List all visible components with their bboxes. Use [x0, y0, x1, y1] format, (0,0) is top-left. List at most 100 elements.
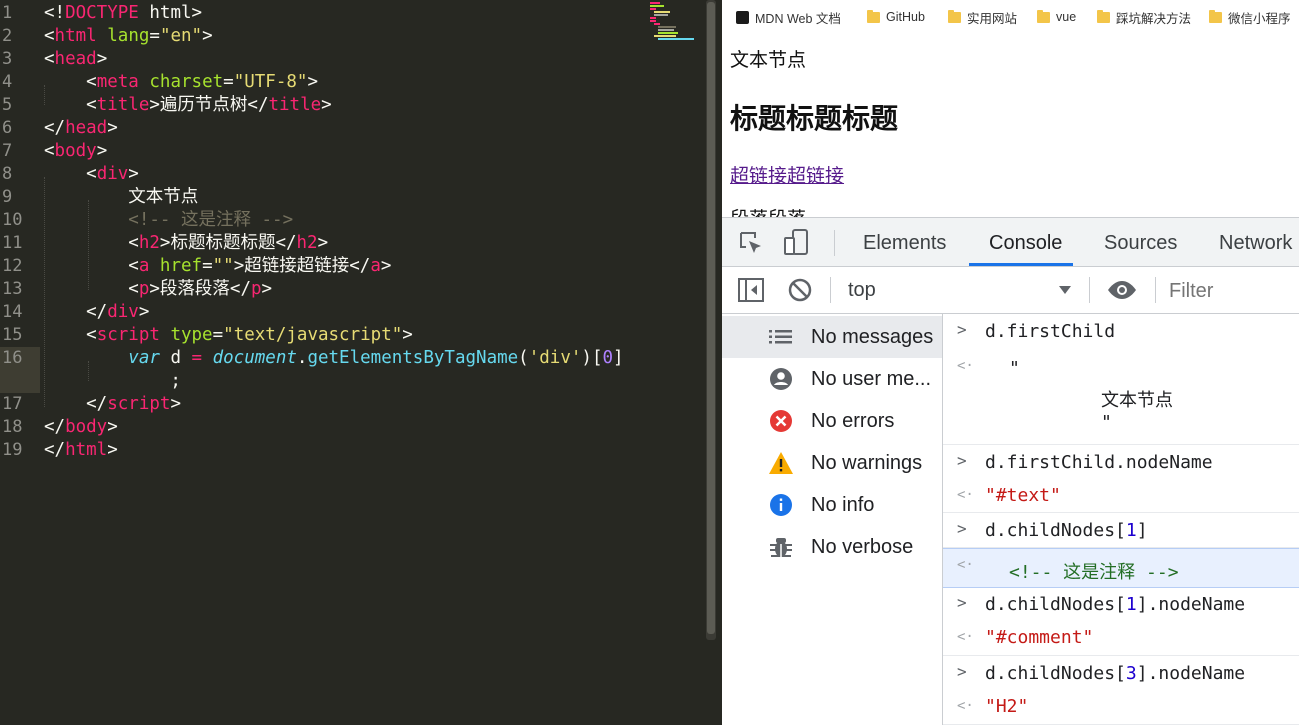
inspect-element-icon[interactable] — [738, 230, 764, 256]
bug-icon — [770, 538, 792, 557]
code-line[interactable]: 文本节点 — [44, 186, 198, 209]
tab-sources[interactable]: Sources — [1104, 218, 1177, 266]
code-token: ( — [518, 348, 529, 368]
code-line[interactable]: <body> — [44, 140, 107, 163]
context-selector[interactable]: top — [848, 275, 1088, 305]
code-token: > — [96, 141, 108, 161]
editor-scrollbar-thumb[interactable] — [707, 2, 715, 634]
minimap[interactable] — [648, 0, 698, 42]
sidebar-item-verbose[interactable]: No verbose — [722, 526, 942, 568]
code-line[interactable]: <title>遍历节点树</title> — [44, 94, 332, 117]
tab-elements[interactable]: Elements — [863, 218, 946, 266]
eye-icon[interactable] — [1106, 280, 1138, 300]
code-line[interactable]: <html lang="en"> — [44, 25, 213, 48]
sidebar-item-label: No user me... — [811, 368, 932, 390]
bookmark-useful-sites[interactable]: 实用网站 — [948, 9, 1017, 26]
code-token: > — [128, 164, 139, 184]
code-line[interactable]: ; — [44, 370, 181, 393]
console-input-row: > d.childNodes[1].nodeName — [943, 588, 1299, 621]
code-token: > — [321, 95, 332, 115]
console-output-row: <· "#text" — [943, 479, 1299, 513]
code-line[interactable]: <script type="text/javascript"> — [44, 324, 413, 347]
sidebar-item-errors[interactable]: No errors — [722, 400, 942, 442]
code-token: < — [44, 141, 55, 161]
console-output-text: "#comment" — [985, 627, 1094, 648]
code-token: = — [191, 348, 203, 368]
code-token: > — [307, 72, 319, 92]
code-line[interactable]: <a href="">超链接超链接</a> — [44, 255, 391, 278]
code-line[interactable]: var d = document.getElementsByTagName('d… — [44, 347, 623, 370]
line-number: 17 — [2, 394, 23, 414]
code-line[interactable]: <p>段落段落</p> — [44, 278, 272, 301]
bookmark-vue[interactable]: vue — [1037, 9, 1076, 25]
input-part: d.childNodes[ — [985, 594, 1126, 615]
code-line[interactable]: <meta charset="UTF-8"> — [44, 71, 318, 94]
sidebar-item-info[interactable]: No info — [722, 484, 942, 526]
code-token: div — [96, 164, 129, 184]
code-token: = — [202, 256, 213, 276]
code-token: type — [170, 325, 213, 345]
code-line[interactable]: </html> — [44, 439, 118, 462]
chevron-right-icon: > — [957, 519, 967, 538]
bookmark-wechat-miniprogram[interactable]: 微信小程序 — [1209, 9, 1291, 26]
code-line[interactable]: <h2>标题标题标题</h2> — [44, 232, 328, 255]
chevron-right-icon: > — [957, 451, 967, 470]
code-token: > — [380, 256, 392, 276]
code-token: "UTF-8" — [233, 72, 308, 92]
sidebar-item-warnings[interactable]: No warnings — [722, 442, 942, 484]
dropdown-arrow-icon — [1059, 286, 1071, 294]
code-line[interactable]: <!-- 这是注释 --> — [44, 209, 293, 232]
bookmark-pitfalls[interactable]: 踩坑解决方法 — [1097, 9, 1191, 26]
code-token: </ — [44, 394, 108, 414]
console-input-row: > d.childNodes[3].nodeName — [943, 656, 1299, 690]
code-token: > — [107, 417, 118, 437]
console-output-row: <· <!-- 这是注释 --> — [943, 548, 1299, 588]
code-token: head — [65, 118, 108, 138]
code-line[interactable]: </head> — [44, 117, 118, 140]
device-toolbar-icon[interactable] — [782, 228, 810, 256]
input-index: 1 — [1125, 594, 1137, 615]
code-line[interactable]: </script> — [44, 393, 181, 416]
browser-window: MDN Web 文档 GitHub 实用网站 vue 踩坑解决方法 微信小程序 … — [722, 0, 1299, 725]
sidebar-item-messages[interactable]: No messages — [722, 316, 942, 358]
code-token: < — [44, 279, 139, 299]
console-filter-input[interactable] — [1167, 275, 1299, 307]
sidebar-toggle-icon[interactable] — [737, 277, 765, 303]
code-line[interactable]: <div> — [44, 163, 139, 186]
tab-network[interactable]: Network — [1219, 218, 1292, 266]
chevron-right-icon: > — [957, 320, 967, 339]
tab-console[interactable]: Console — [989, 218, 1062, 266]
line-number: 5 — [2, 95, 13, 115]
console-output-row: <· "H2" — [943, 690, 1299, 725]
console-messages[interactable]: > d.firstChild <· " 文本节点 " > d.firstChil… — [943, 314, 1299, 725]
code-token: h2 — [138, 233, 160, 253]
code-token: > — [317, 233, 329, 253]
code-editor[interactable]: 1 2 3 4 5 6 7 8 9 10 11 12 13 14 15 16 17 18 19 <!DOCTYPE … — [0, 0, 722, 725]
line-number — [0, 370, 36, 393]
code-token: href — [159, 256, 203, 276]
bookmark-mdn[interactable]: MDN Web 文档 — [736, 9, 841, 26]
code-token: </ — [44, 440, 66, 460]
bookmark-github[interactable]: GitHub — [867, 9, 925, 25]
folder-icon — [1037, 9, 1050, 23]
code-line[interactable]: <!DOCTYPE html> — [44, 2, 202, 25]
list-icon — [769, 330, 792, 344]
code-line[interactable]: </div> — [44, 301, 149, 324]
code-line[interactable]: </body> — [44, 416, 118, 439]
code-line[interactable]: <head> — [44, 48, 107, 71]
code-token: html — [65, 440, 108, 460]
code-token: = — [212, 325, 224, 345]
code-token: DOCTYPE — [65, 3, 139, 23]
indent-guide — [44, 177, 45, 407]
code-token: getElementsByTagName — [307, 348, 519, 368]
sidebar-item-user-messages[interactable]: No user me... — [722, 358, 942, 400]
folder-icon — [867, 9, 880, 23]
code-token: = — [149, 26, 160, 46]
clear-console-icon[interactable] — [787, 277, 813, 303]
line-number: 19 — [2, 440, 23, 460]
active-tab-indicator — [969, 263, 1073, 266]
page-link[interactable]: 超链接超链接 — [730, 161, 844, 188]
output-quote: " — [1009, 358, 1020, 379]
code-token: ; — [44, 371, 181, 391]
input-part: d.childNodes[ — [985, 520, 1126, 541]
